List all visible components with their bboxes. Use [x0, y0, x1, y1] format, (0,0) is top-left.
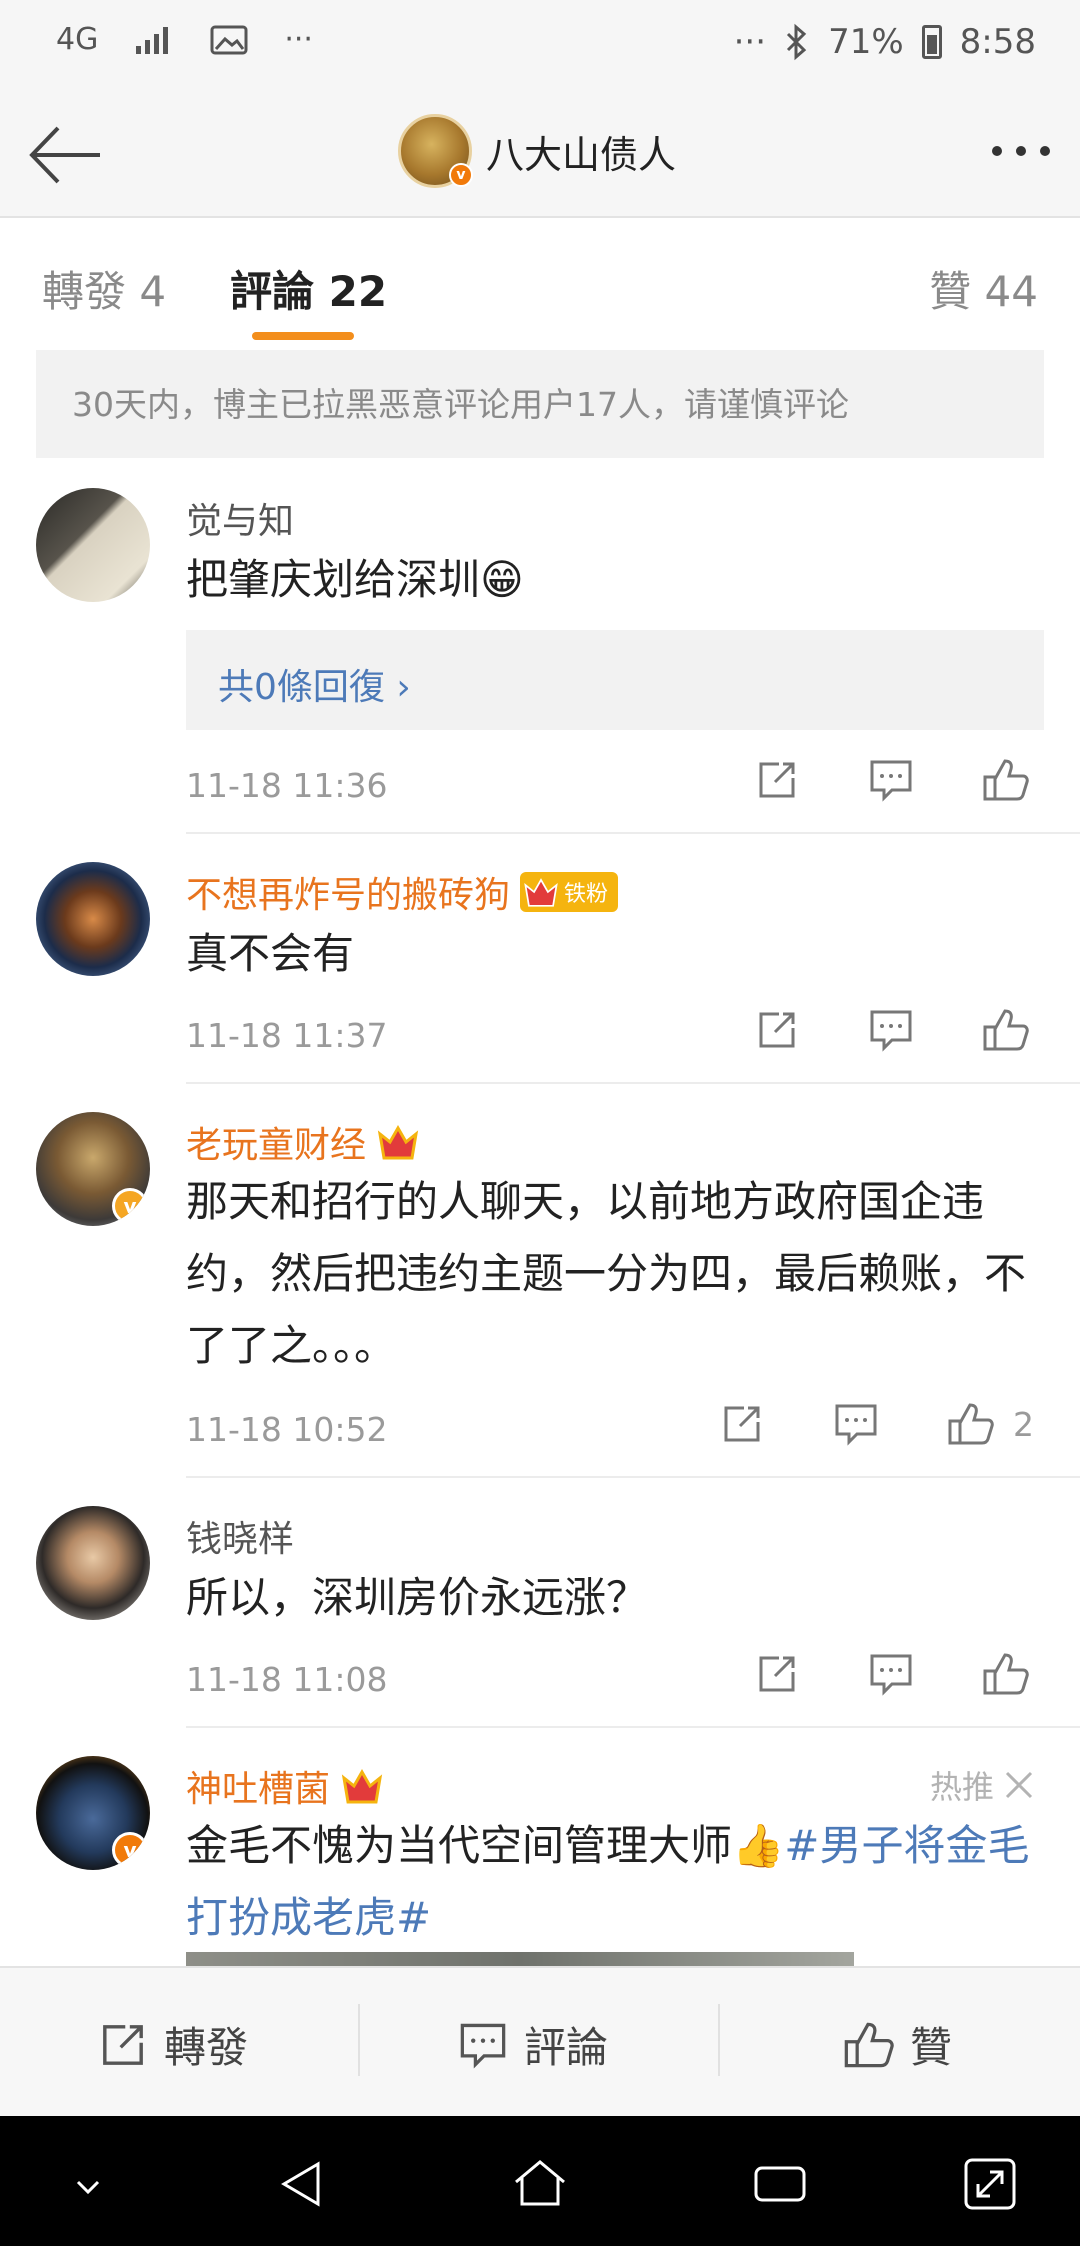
divider	[186, 1082, 1080, 1084]
comment-username[interactable]: 钱晓样	[186, 1510, 294, 1562]
home-icon[interactable]	[508, 2152, 572, 2216]
comment-icon[interactable]	[862, 1650, 920, 1698]
separator	[718, 2004, 720, 2076]
verified-badge-icon: v	[449, 163, 473, 187]
comment-text: 把肇庆划给深圳😁	[186, 555, 524, 604]
verified-badge-icon: v	[112, 1188, 148, 1224]
comment-text: 所以，深圳房价永远涨？	[186, 1573, 649, 1622]
comment-username-row: 不想再炸号的搬砖狗 铁粉	[186, 866, 619, 918]
header: v 八大山债人	[0, 92, 1080, 218]
system-nav-bar	[0, 2116, 1080, 2246]
more-status-right: ···	[733, 22, 767, 62]
crown-icon	[377, 1124, 419, 1160]
comment-actions	[692, 1006, 1034, 1054]
comment-icon[interactable]	[862, 1006, 920, 1054]
verified-badge-icon: v	[112, 1832, 148, 1868]
comment-username-row: 老玩童财经	[186, 1116, 420, 1168]
like-icon[interactable]	[941, 1400, 999, 1448]
comment-username[interactable]: 老玩童财经	[186, 1116, 366, 1168]
like-button[interactable]: 贊	[842, 2014, 952, 2075]
back-arrow-icon[interactable]	[28, 120, 104, 190]
avatar[interactable]	[36, 1506, 150, 1620]
bluetooth-icon	[787, 23, 807, 61]
clock: 8:58	[959, 22, 1036, 62]
like-label: 贊	[910, 2023, 953, 2072]
divider	[186, 832, 1080, 834]
comment-time: 11-18 10:52	[186, 1410, 388, 1449]
post-author[interactable]: v 八大山债人	[398, 114, 676, 188]
more-status-left: ···	[284, 22, 313, 57]
repost-label: 轉發	[164, 2023, 249, 2072]
like-count: 2	[1013, 1404, 1034, 1444]
comment-actions	[692, 1650, 1034, 1698]
fan-badge-label: 铁粉	[564, 882, 609, 907]
comment-time: 11-18 11:08	[186, 1660, 388, 1699]
avatar[interactable]: v	[36, 1112, 150, 1226]
like-icon[interactable]	[976, 1006, 1034, 1054]
tab-repost[interactable]: 轉發 4	[42, 258, 166, 319]
comment-username[interactable]: 不想再炸号的搬砖狗	[186, 866, 510, 918]
signal-icon	[136, 26, 169, 54]
comment-button[interactable]: 評論	[458, 2014, 608, 2075]
tab-comments[interactable]: 評論 22	[230, 258, 387, 319]
comment-icon[interactable]	[862, 756, 920, 804]
share-icon[interactable]	[748, 756, 806, 804]
bottom-action-bar: 轉發 評論 贊	[0, 1966, 1080, 2116]
comment-text-body: 金毛不愧为当代空间管理大师👍	[186, 1821, 785, 1870]
crown-icon	[341, 1768, 383, 1804]
comment-text: 那天和招行的人聊天，以前地方政府国企违约，然后把违约主题一分为四，最后赖账，不了…	[186, 1177, 1027, 1370]
like-icon	[844, 2022, 894, 2067]
page-title: 八大山债人	[486, 132, 677, 177]
comment-username[interactable]: 觉与知	[186, 492, 294, 544]
image-icon	[210, 25, 248, 54]
crown-icon	[524, 878, 558, 907]
expand-icon[interactable]	[958, 2152, 1022, 2216]
comment-time: 11-18 11:37	[186, 1016, 388, 1055]
tab-bar: 轉發 4 評論 22 贊 44	[0, 218, 1080, 350]
repost-button[interactable]: 轉發	[98, 2014, 248, 2075]
share-icon[interactable]	[748, 1650, 806, 1698]
share-icon[interactable]	[748, 1006, 806, 1054]
like-icon[interactable]	[976, 756, 1034, 804]
recent-apps-icon[interactable]	[748, 2152, 812, 2216]
avatar[interactable]	[36, 862, 150, 976]
fan-badge: 铁粉	[520, 872, 619, 912]
avatar[interactable]	[36, 488, 150, 602]
author-avatar[interactable]: v	[398, 114, 473, 188]
share-icon[interactable]	[713, 1400, 771, 1448]
comment-text: 真不会有	[186, 929, 355, 978]
comment-icon	[460, 2023, 506, 2069]
divider	[186, 1476, 1080, 1478]
back-icon[interactable]	[270, 2152, 334, 2216]
hot-push-label: 热推	[930, 1762, 1034, 1808]
divider	[186, 1726, 1080, 1728]
share-icon	[103, 2024, 143, 2065]
replies-link[interactable]: 共0條回復 ›	[186, 630, 1044, 730]
battery-percent: 71%	[828, 22, 904, 62]
comment-username[interactable]: 神吐槽菌	[186, 1760, 330, 1812]
comment-label: 評論	[524, 2023, 609, 2072]
separator	[358, 2004, 360, 2076]
comment-username-row: 神吐槽菌	[186, 1760, 384, 1812]
active-tab-indicator	[252, 332, 354, 340]
comment-icon[interactable]	[827, 1400, 885, 1448]
battery-icon	[921, 25, 942, 59]
hot-push-text: 热推	[929, 1768, 994, 1806]
tab-likes[interactable]: 贊 44	[929, 258, 1038, 319]
comment-actions: 2	[657, 1400, 1034, 1448]
network-indicator: 4G	[56, 22, 99, 57]
status-bar: 4G ··· ··· 71% 8:58	[0, 0, 1080, 92]
chevron-down-icon[interactable]	[56, 2152, 120, 2216]
comment-actions	[692, 756, 1034, 804]
avatar[interactable]: v	[36, 1756, 150, 1870]
replies-count: 共0條回復	[218, 667, 385, 708]
comment-time: 11-18 11:36	[186, 766, 388, 805]
notice-banner: 30天内，博主已拉黑恶意评论用户17人，请谨慎评论	[36, 350, 1044, 458]
chevron-right-icon: ›	[396, 667, 411, 708]
like-icon[interactable]	[976, 1650, 1034, 1698]
close-icon[interactable]	[1004, 1770, 1034, 1800]
more-options-icon[interactable]	[992, 146, 1050, 156]
comment-text: 金毛不愧为当代空间管理大师👍#男子将金毛打扮成老虎#	[186, 1810, 1046, 1954]
